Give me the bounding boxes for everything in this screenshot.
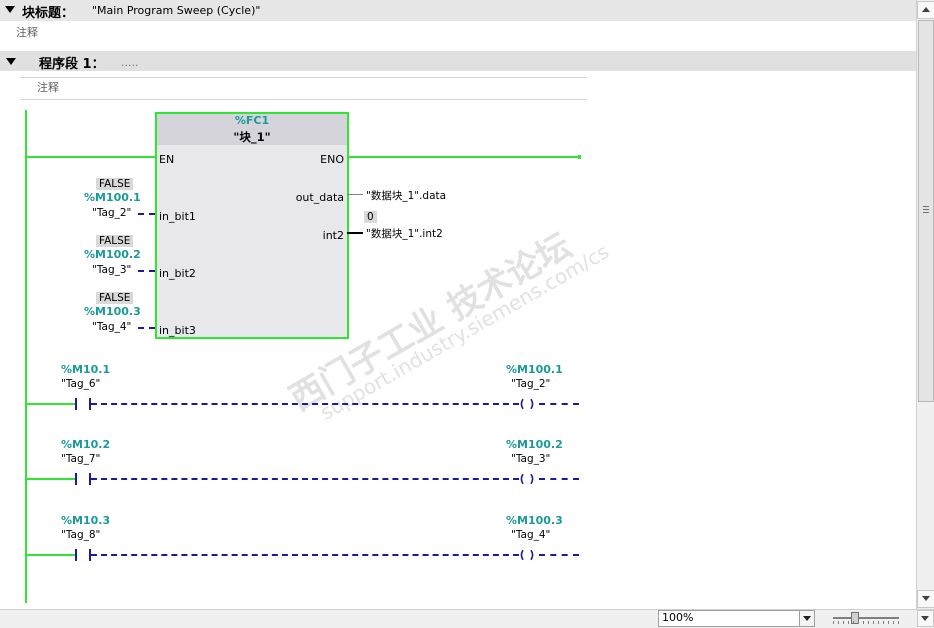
rung-wire-dashed [91,478,519,480]
grip-icon [923,206,929,207]
rung-wire-dashed [539,478,579,480]
rung-wire [27,403,75,405]
zoom-dropdown-button[interactable] [799,611,814,626]
input-tag[interactable]: "Tag_4" [92,321,131,333]
contact-address[interactable]: %M10.2 [61,438,110,451]
rung-wire [27,554,75,556]
contact-bar-left [75,549,77,561]
network-separator [20,77,587,78]
coil-tag[interactable]: "Tag_3" [511,453,550,465]
scroll-up-button[interactable] [917,1,934,19]
eno-wire [347,156,579,158]
input-pin-in-bit2: in_bit2 [159,267,196,280]
coil-address[interactable]: %M100.3 [506,514,563,527]
coil-tag[interactable]: "Tag_2" [511,378,550,390]
grip-icon [923,209,929,210]
network-collapse-icon[interactable] [6,58,16,65]
chevron-down-icon [922,596,930,601]
zoom-slider-track[interactable] [833,617,899,619]
coil-address[interactable]: %M100.1 [506,363,563,376]
rung-wire-dashed [539,403,579,405]
vertical-scrollbar[interactable] [916,0,934,609]
zoom-select[interactable]: 100% [658,610,815,627]
output-wire [347,194,363,195]
output-tag[interactable]: "数据块_1".int2 [366,226,443,241]
rung-wire-dashed [539,554,579,556]
network-separator [20,99,587,100]
chevron-down-icon [803,616,811,621]
input-pin-in-bit3: in_bit3 [159,324,196,337]
coil-tag[interactable]: "Tag_4" [511,529,550,541]
input-address[interactable]: %M100.1 [84,191,141,204]
output-monitor-value: 0 [364,211,377,223]
contact-tag[interactable]: "Tag_6" [61,378,100,390]
en-pin: EN [159,153,175,166]
network-label: 程序段 1： [39,57,105,72]
eno-pin: ENO [320,153,344,166]
en-wire [27,156,155,158]
coil-icon[interactable] [519,548,535,562]
output-pin-int2: int2 [322,229,344,242]
network-title-placeholder[interactable]: ..... [121,56,138,69]
contact-tag[interactable]: "Tag_7" [61,453,100,465]
coil-address[interactable]: %M100.2 [506,438,563,451]
block-title-label: 块标题： [22,6,75,21]
collapse-triangle-icon[interactable] [5,6,15,13]
scroll-down-button[interactable] [917,610,934,627]
input-address[interactable]: %M100.3 [84,305,141,318]
input-monitor-value: FALSE [96,178,134,190]
contact-bar-left [75,473,77,485]
coil-icon[interactable] [519,397,535,411]
power-rail [25,110,27,603]
chevron-down-icon [921,616,929,621]
input-monitor-value: FALSE [96,235,134,247]
block-title-value[interactable]: "Main Program Sweep (Cycle)" [92,4,260,17]
input-wire [138,327,155,329]
input-pin-in-bit1: in_bit1 [159,210,196,223]
network-comment[interactable]: 注释 [37,79,59,95]
function-block[interactable]: %FC1 "块_1" EN ENO in_bit1 in_bit2 in_bit… [155,112,349,339]
scroll-thumb[interactable] [918,20,934,402]
contact-bar-left [75,398,77,410]
input-monitor-value: FALSE [96,292,134,304]
input-tag[interactable]: "Tag_2" [92,207,131,219]
block-name: "块_1" [233,130,271,144]
zoom-slider-ticks [833,621,899,624]
rung-wire-dashed [91,403,519,405]
output-pin-out-data: out_data [295,191,344,204]
scroll-down-button[interactable] [917,590,934,608]
coil-icon[interactable] [519,472,535,486]
contact-tag[interactable]: "Tag_8" [61,529,100,541]
wire-end [578,155,581,159]
input-address[interactable]: %M100.2 [84,248,141,261]
contact-address[interactable]: %M10.1 [61,363,110,376]
block-address: %FC1 [234,114,270,127]
block-comment[interactable]: 注释 [16,24,38,40]
input-tag[interactable]: "Tag_3" [92,264,131,276]
input-wire [138,213,155,215]
rung-wire [27,478,75,480]
chevron-up-icon [922,7,930,12]
contact-address[interactable]: %M10.3 [61,514,110,527]
rung-wire-dashed [91,554,519,556]
grip-icon [923,212,929,213]
output-tag[interactable]: "数据块_1".data [366,188,446,203]
zoom-value: 100% [662,611,694,624]
output-wire [347,232,363,234]
input-wire [138,270,155,272]
